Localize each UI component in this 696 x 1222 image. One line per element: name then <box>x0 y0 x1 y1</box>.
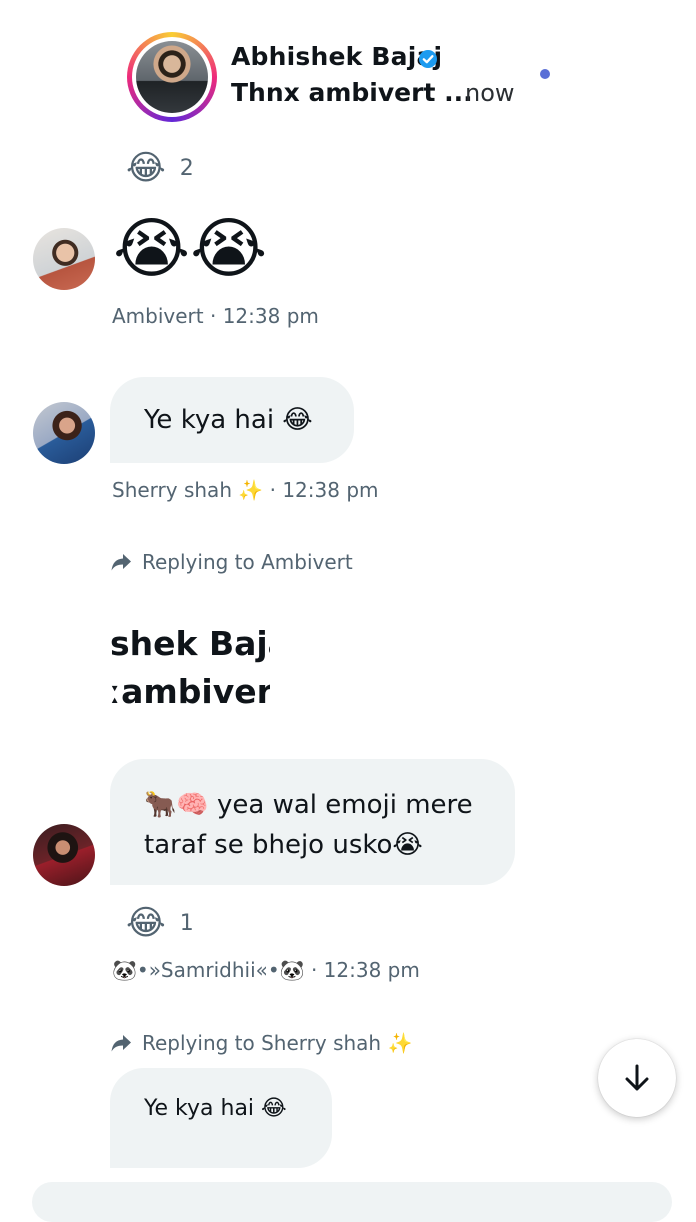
avatar-abhishek[interactable] <box>127 32 217 122</box>
meta-separator: · <box>209 304 217 328</box>
avatar-samridhi[interactable] <box>33 824 95 886</box>
message-text: Ye kya hai 😂 <box>144 405 313 435</box>
notification-sender-name: Abhishek Bajaj <box>231 42 443 71</box>
quoted-message-bubble[interactable]: Ye kya hai 😂 <box>110 1068 332 1168</box>
message-meta-samridhi: 🐼•»Samridhii«•🐼 · 12:38 pm <box>112 958 420 982</box>
reaction-chip[interactable]: 😂 2 <box>126 151 194 185</box>
message-composer[interactable] <box>32 1182 672 1222</box>
meta-separator: · <box>269 478 276 502</box>
laughing-emoji-icon: 😂 <box>126 148 166 188</box>
laughing-emoji-icon: 😂 <box>126 903 166 943</box>
message-bubble-samridhi[interactable]: 🐂🧠 yea wal emoji mere taraf se bhejo usk… <box>110 759 515 885</box>
meta-separator: · <box>310 958 318 982</box>
avatar-sherry[interactable] <box>33 402 95 464</box>
message-text-line2: taraf se bhejo usko😭 <box>144 830 423 860</box>
verified-badge-icon <box>419 50 437 68</box>
reply-arrow-icon <box>111 554 131 571</box>
sender-name: Sherry shah ✨ <box>112 478 264 502</box>
quoted-story-line2: ːambiver <box>110 672 270 711</box>
arrow-down-icon <box>625 1064 649 1091</box>
replying-label: Replying to Ambivert <box>142 550 353 574</box>
reply-arrow-icon <box>111 1035 131 1052</box>
reaction-chip-samridhi[interactable]: 😂 1 <box>126 906 194 940</box>
unread-dot-icon <box>540 69 550 79</box>
notification-time: now <box>465 79 515 107</box>
message-meta-ambivert: Ambivert · 12:38 pm <box>112 304 319 328</box>
message-emoji-ambivert[interactable]: 😭😭 <box>113 214 267 284</box>
replying-to-ambivert[interactable]: Replying to Ambivert <box>110 550 353 574</box>
reaction-count: 2 <box>179 155 194 181</box>
message-time: 12:38 pm <box>282 478 379 502</box>
sender-name: Ambivert <box>112 304 204 328</box>
message-meta-sherry: Sherry shah ✨ · 12:38 pm <box>112 478 379 502</box>
scroll-to-bottom-button[interactable] <box>598 1039 676 1117</box>
message-time: 12:38 pm <box>323 958 420 982</box>
message-text-line1: 🐂🧠 yea wal emoji mere <box>144 790 473 820</box>
reaction-count: 1 <box>179 910 194 936</box>
message-bubble-sherry[interactable]: Ye kya hai 😂 <box>110 377 354 463</box>
replying-to-sherry[interactable]: Replying to Sherry shah ✨ <box>110 1031 412 1055</box>
notification-message-preview[interactable]: Thnx ambivert ... <box>231 78 473 107</box>
quoted-message-text: Ye kya hai 😂 <box>144 1096 287 1121</box>
avatar-ambivert[interactable] <box>33 228 95 290</box>
replying-label: Replying to Sherry shah ✨ <box>142 1031 413 1055</box>
quoted-story-line1: shek Baja <box>110 624 270 663</box>
sender-name: 🐼•»Samridhii«•🐼 <box>112 958 305 982</box>
message-time: 12:38 pm <box>222 304 319 328</box>
